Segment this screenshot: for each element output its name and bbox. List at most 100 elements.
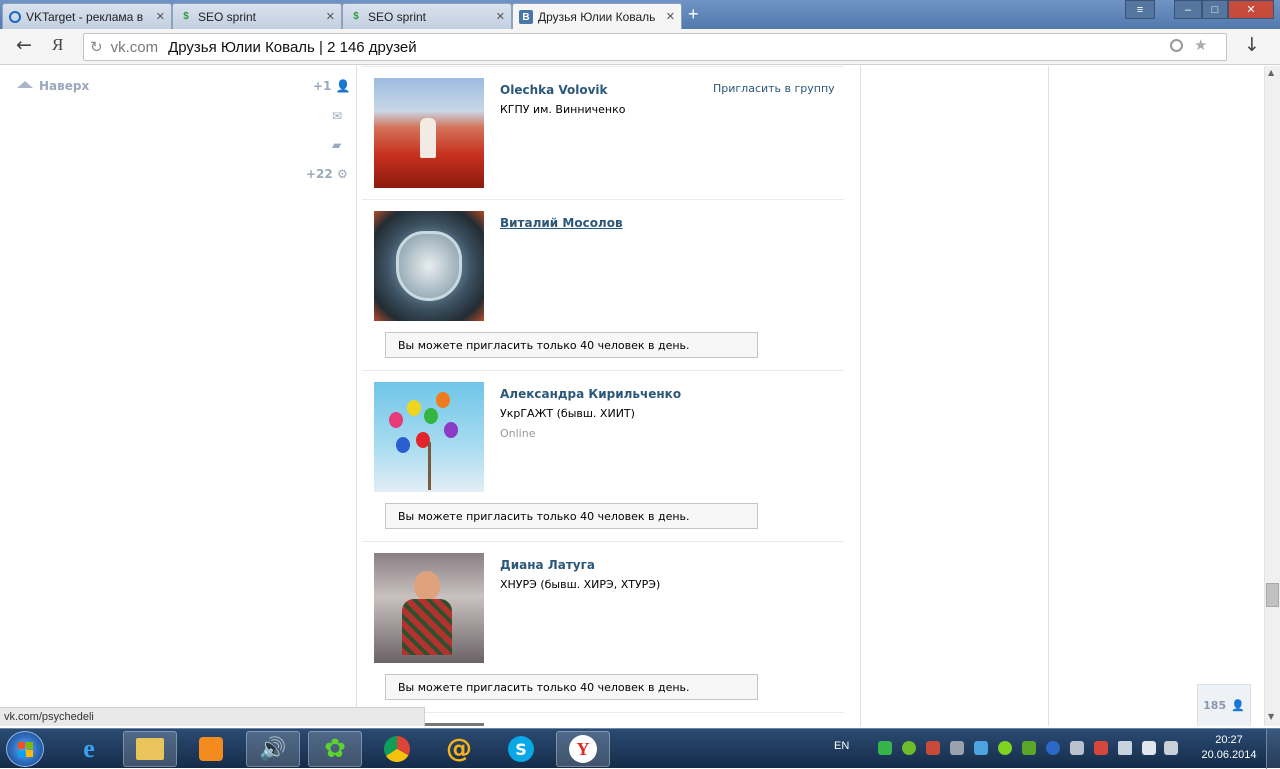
- tray-icon[interactable]: [950, 741, 964, 755]
- tab-seosprint-1[interactable]: $ SEO sprint ✕: [172, 3, 342, 29]
- online-status: Online: [500, 427, 536, 440]
- new-tab-button[interactable]: +: [688, 4, 699, 25]
- tray-icon[interactable]: [1022, 741, 1036, 755]
- mail-agent-taskbar-button[interactable]: @: [432, 731, 486, 767]
- mask-art: [396, 231, 462, 301]
- tab-title: SEO sprint: [198, 9, 257, 24]
- notifications-badge: +22: [306, 167, 333, 181]
- chrome-icon: [384, 736, 410, 762]
- keyboard-language[interactable]: EN: [834, 740, 849, 752]
- balloon: [424, 408, 438, 424]
- close-icon[interactable]: ✕: [326, 10, 335, 23]
- friend-avatar[interactable]: [374, 78, 484, 188]
- network-icon[interactable]: [1142, 741, 1156, 755]
- seosprint-icon: $: [353, 11, 359, 22]
- bluetooth-icon[interactable]: [1046, 741, 1060, 755]
- friend-requests-count[interactable]: +1 👤: [313, 79, 351, 93]
- scrollbar-thumb[interactable]: [1266, 583, 1279, 607]
- yandex-browser-taskbar-button[interactable]: Y: [556, 731, 610, 767]
- friend-name[interactable]: Александра Кирильченко: [500, 387, 681, 401]
- tray-icon[interactable]: [1094, 741, 1108, 755]
- scroll-up-arrow-icon[interactable]: ▲: [1268, 68, 1274, 77]
- friend-university: КГПУ им. Винниченко: [500, 103, 626, 116]
- reload-icon[interactable]: ↻: [90, 38, 103, 56]
- bookmark-star-icon[interactable]: ★: [1194, 36, 1207, 54]
- ie-icon: e: [83, 734, 95, 763]
- invite-limit-warning: Вы можете пригласить только 40 человек в…: [385, 332, 758, 358]
- skype-icon: S: [508, 736, 534, 762]
- clock-time: 20:27: [1215, 734, 1243, 746]
- friend-avatar[interactable]: [374, 553, 484, 663]
- invite-to-group-button[interactable]: Пригласить в группу: [713, 82, 835, 95]
- tab-title: SEO sprint: [368, 9, 427, 24]
- tab-seosprint-2[interactable]: $ SEO sprint ✕: [342, 3, 512, 29]
- windows-taskbar: e 🔊 ✿ @ S Y EN 20:27 20.06.2014: [0, 728, 1280, 769]
- tray-icon[interactable]: [902, 741, 916, 755]
- volume-app-taskbar-button[interactable]: 🔊: [246, 731, 300, 767]
- tray-icon[interactable]: [974, 741, 988, 755]
- yandex-browser-icon: Y: [569, 735, 597, 763]
- close-icon[interactable]: ✕: [156, 10, 165, 23]
- person-figure: [420, 118, 436, 158]
- close-icon[interactable]: ✕: [666, 10, 675, 23]
- online-friends-count: 185: [1203, 699, 1227, 712]
- tree-trunk: [428, 442, 431, 490]
- friend-name[interactable]: Виталий Мосолов: [500, 216, 623, 230]
- media-player-taskbar-button[interactable]: [184, 731, 238, 767]
- yandex-button[interactable]: Я: [52, 35, 63, 55]
- downloads-button[interactable]: ↓: [1244, 34, 1260, 56]
- invite-limit-warning: Вы можете пригласить только 40 человек в…: [385, 674, 758, 700]
- scroll-up-link[interactable]: Наверх: [17, 79, 89, 93]
- show-desktop-button[interactable]: [1266, 729, 1280, 769]
- tab-title: VKTarget - реклама в: [26, 9, 144, 24]
- browser-tab-bar: VKTarget - реклама в ✕ $ SEO sprint ✕ $ …: [0, 0, 1280, 30]
- notifications-count[interactable]: +22 ⚙: [306, 167, 348, 181]
- status-bar-url: vk.com/psychedeli: [0, 707, 425, 726]
- mail-icon[interactable]: ✉: [332, 109, 342, 123]
- tray-icon[interactable]: [1070, 741, 1084, 755]
- volume-icon[interactable]: [1118, 741, 1132, 755]
- windows-logo-icon: [18, 750, 25, 757]
- ie-taskbar-button[interactable]: e: [62, 731, 116, 767]
- minimize-button[interactable]: –: [1174, 0, 1202, 19]
- zoom-icon[interactable]: [1170, 39, 1183, 52]
- close-window-button[interactable]: ✕: [1228, 0, 1274, 19]
- windows-logo-icon: [26, 742, 33, 749]
- tab-vk-friends[interactable]: B Друзья Юлии Коваль ✕: [512, 3, 682, 30]
- friend-name[interactable]: Olechka Volovik: [500, 83, 608, 97]
- chrome-taskbar-button[interactable]: [370, 731, 424, 767]
- explorer-taskbar-button[interactable]: [123, 731, 177, 767]
- scroll-down-arrow-icon[interactable]: ▼: [1268, 712, 1274, 721]
- system-clock[interactable]: 20:27 20.06.2014: [1199, 733, 1259, 763]
- skype-taskbar-button[interactable]: S: [494, 731, 548, 767]
- back-button[interactable]: ←: [16, 34, 32, 56]
- friend-avatar[interactable]: [374, 211, 484, 321]
- column-divider: [860, 66, 861, 726]
- maximize-button[interactable]: □: [1202, 0, 1228, 19]
- user-icon: 👤: [335, 79, 351, 93]
- balloon: [396, 437, 410, 453]
- target-icon: [9, 10, 21, 23]
- friend-name[interactable]: Диана Латуга: [500, 558, 595, 572]
- page-scrollbar[interactable]: ▲ ▼: [1264, 66, 1280, 726]
- folder-icon: [136, 738, 164, 760]
- friend-avatar[interactable]: [374, 382, 484, 492]
- at-sign-icon: @: [446, 734, 472, 764]
- browser-menu-button[interactable]: ≡: [1125, 0, 1155, 19]
- online-friends-button[interactable]: 185 👤: [1197, 684, 1251, 726]
- address-domain: vk.com: [110, 38, 159, 56]
- tray-icon[interactable]: [1164, 741, 1178, 755]
- tray-icon[interactable]: [926, 741, 940, 755]
- close-icon[interactable]: ✕: [496, 10, 505, 23]
- address-bar[interactable]: ↻ vk.com Друзья Юлии Коваль | 2 146 друз…: [83, 33, 1227, 61]
- tray-icon[interactable]: [878, 741, 892, 755]
- tab-vktarget[interactable]: VKTarget - реклама в ✕: [2, 3, 172, 29]
- start-button[interactable]: [6, 731, 44, 767]
- friend-row: Olechka Volovik КГПУ им. Винниченко Приг…: [362, 66, 844, 200]
- column-divider: [1048, 66, 1049, 726]
- gear-icon: ⚙: [336, 167, 348, 181]
- tray-icon[interactable]: [998, 741, 1012, 755]
- icq-taskbar-button[interactable]: ✿: [308, 731, 362, 767]
- tab-title: Друзья Юлии Коваль: [538, 10, 656, 24]
- comment-icon[interactable]: ▰: [332, 138, 341, 152]
